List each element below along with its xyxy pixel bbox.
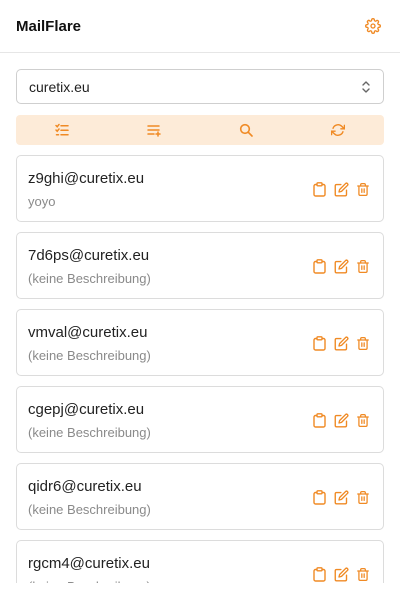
refresh-icon[interactable]	[292, 115, 384, 145]
clipboard-icon[interactable]	[311, 489, 327, 505]
address-actions	[311, 335, 371, 351]
chevron-up-down-icon	[361, 80, 371, 94]
domain-select[interactable]: curetix.eu	[16, 69, 384, 104]
edit-icon[interactable]	[333, 412, 349, 428]
edit-icon[interactable]	[333, 566, 349, 582]
address-actions	[311, 489, 371, 505]
trash-icon[interactable]	[355, 335, 371, 351]
edit-icon[interactable]	[333, 181, 349, 197]
app-title: MailFlare	[16, 17, 82, 35]
edit-icon[interactable]	[333, 258, 349, 274]
trash-icon[interactable]	[355, 489, 371, 505]
list-add-icon[interactable]	[108, 115, 200, 145]
trash-icon[interactable]	[355, 566, 371, 582]
edit-icon[interactable]	[333, 489, 349, 505]
domain-select-value: curetix.eu	[29, 78, 90, 95]
trash-icon[interactable]	[355, 258, 371, 274]
clipboard-icon[interactable]	[311, 566, 327, 582]
app-header: MailFlare	[0, 0, 400, 53]
clipboard-icon[interactable]	[311, 412, 327, 428]
search-icon[interactable]	[200, 115, 292, 145]
address-card[interactable]: qidr6@curetix.eu (keine Beschreibung)	[16, 463, 384, 530]
address-actions	[311, 566, 371, 582]
clipboard-icon[interactable]	[311, 335, 327, 351]
address-actions	[311, 258, 371, 274]
address-card[interactable]: rgcm4@curetix.eu (keine Beschreibung)	[16, 540, 384, 583]
address-list: z9ghi@curetix.eu yoyo 7d6ps@curetix.eu (…	[16, 155, 384, 583]
clipboard-icon[interactable]	[311, 181, 327, 197]
clipboard-icon[interactable]	[311, 258, 327, 274]
trash-icon[interactable]	[355, 181, 371, 197]
settings-gear-icon[interactable]	[362, 15, 384, 37]
address-actions	[311, 181, 371, 197]
edit-icon[interactable]	[333, 335, 349, 351]
address-actions	[311, 412, 371, 428]
list-check-icon[interactable]	[16, 115, 108, 145]
address-card[interactable]: z9ghi@curetix.eu yoyo	[16, 155, 384, 222]
action-toolbar	[16, 115, 384, 145]
address-card[interactable]: 7d6ps@curetix.eu (keine Beschreibung)	[16, 232, 384, 299]
address-card[interactable]: vmval@curetix.eu (keine Beschreibung)	[16, 309, 384, 376]
trash-icon[interactable]	[355, 412, 371, 428]
address-card[interactable]: cgepj@curetix.eu (keine Beschreibung)	[16, 386, 384, 453]
